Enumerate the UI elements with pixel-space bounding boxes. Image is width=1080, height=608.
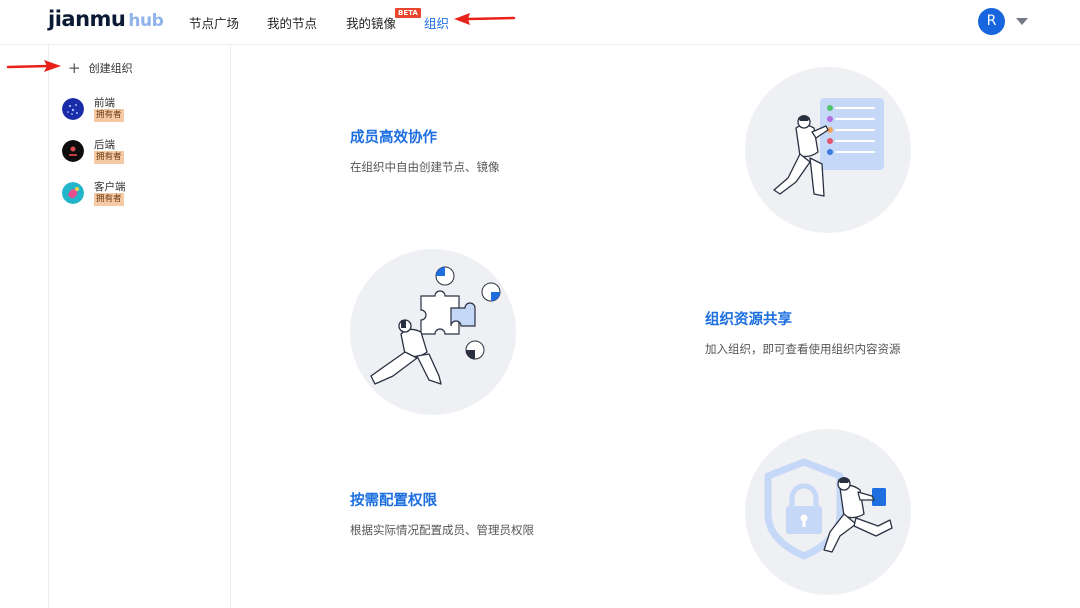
feature-title: 按需配置权限 bbox=[350, 493, 437, 509]
top-navbar: jianmu hub 节点广场 我的节点 我的镜像 BETA 组织 R bbox=[0, 0, 1080, 45]
sidebar bbox=[48, 45, 231, 608]
permission-illustration bbox=[745, 429, 911, 595]
org-avatar bbox=[62, 182, 84, 204]
nav-my-nodes[interactable]: 我的节点 bbox=[267, 13, 317, 32]
feature-title: 成员高效协作 bbox=[350, 130, 437, 146]
collaboration-illustration bbox=[745, 67, 911, 233]
org-avatar bbox=[62, 140, 84, 162]
role-badge: 拥有者 bbox=[94, 109, 124, 122]
org-avatar bbox=[62, 98, 84, 120]
org-name: 后端 bbox=[94, 139, 115, 151]
nav-node-square[interactable]: 节点广场 bbox=[189, 13, 239, 32]
logo[interactable]: jianmu hub bbox=[48, 7, 164, 31]
org-name: 客户端 bbox=[94, 181, 126, 193]
plus-icon: + bbox=[68, 59, 81, 77]
annotation-arrow bbox=[454, 13, 516, 25]
caret-down-icon[interactable] bbox=[1016, 18, 1028, 25]
feature-desc: 根据实际情况配置成员、管理员权限 bbox=[350, 523, 534, 537]
annotation-arrow bbox=[6, 60, 61, 72]
role-badge: 拥有者 bbox=[94, 193, 124, 206]
beta-badge: BETA bbox=[395, 8, 421, 18]
nav-my-images[interactable]: 我的镜像 bbox=[346, 13, 396, 32]
logo-main-text: jianmu bbox=[48, 7, 126, 31]
create-org-label: 创建组织 bbox=[88, 62, 133, 75]
feature-title: 组织资源共享 bbox=[705, 312, 792, 328]
user-avatar[interactable]: R bbox=[978, 8, 1005, 35]
resource-sharing-illustration bbox=[350, 249, 516, 415]
feature-desc: 加入组织，即可查看使用组织内容资源 bbox=[705, 342, 901, 356]
org-name: 前端 bbox=[94, 97, 115, 109]
role-badge: 拥有者 bbox=[94, 151, 124, 164]
nav-organization[interactable]: 组织 bbox=[424, 13, 449, 32]
feature-desc: 在组织中自由创建节点、镜像 bbox=[350, 160, 500, 174]
logo-sub-text: hub bbox=[128, 11, 164, 31]
create-org-button[interactable]: + 创建组织 bbox=[68, 59, 133, 77]
